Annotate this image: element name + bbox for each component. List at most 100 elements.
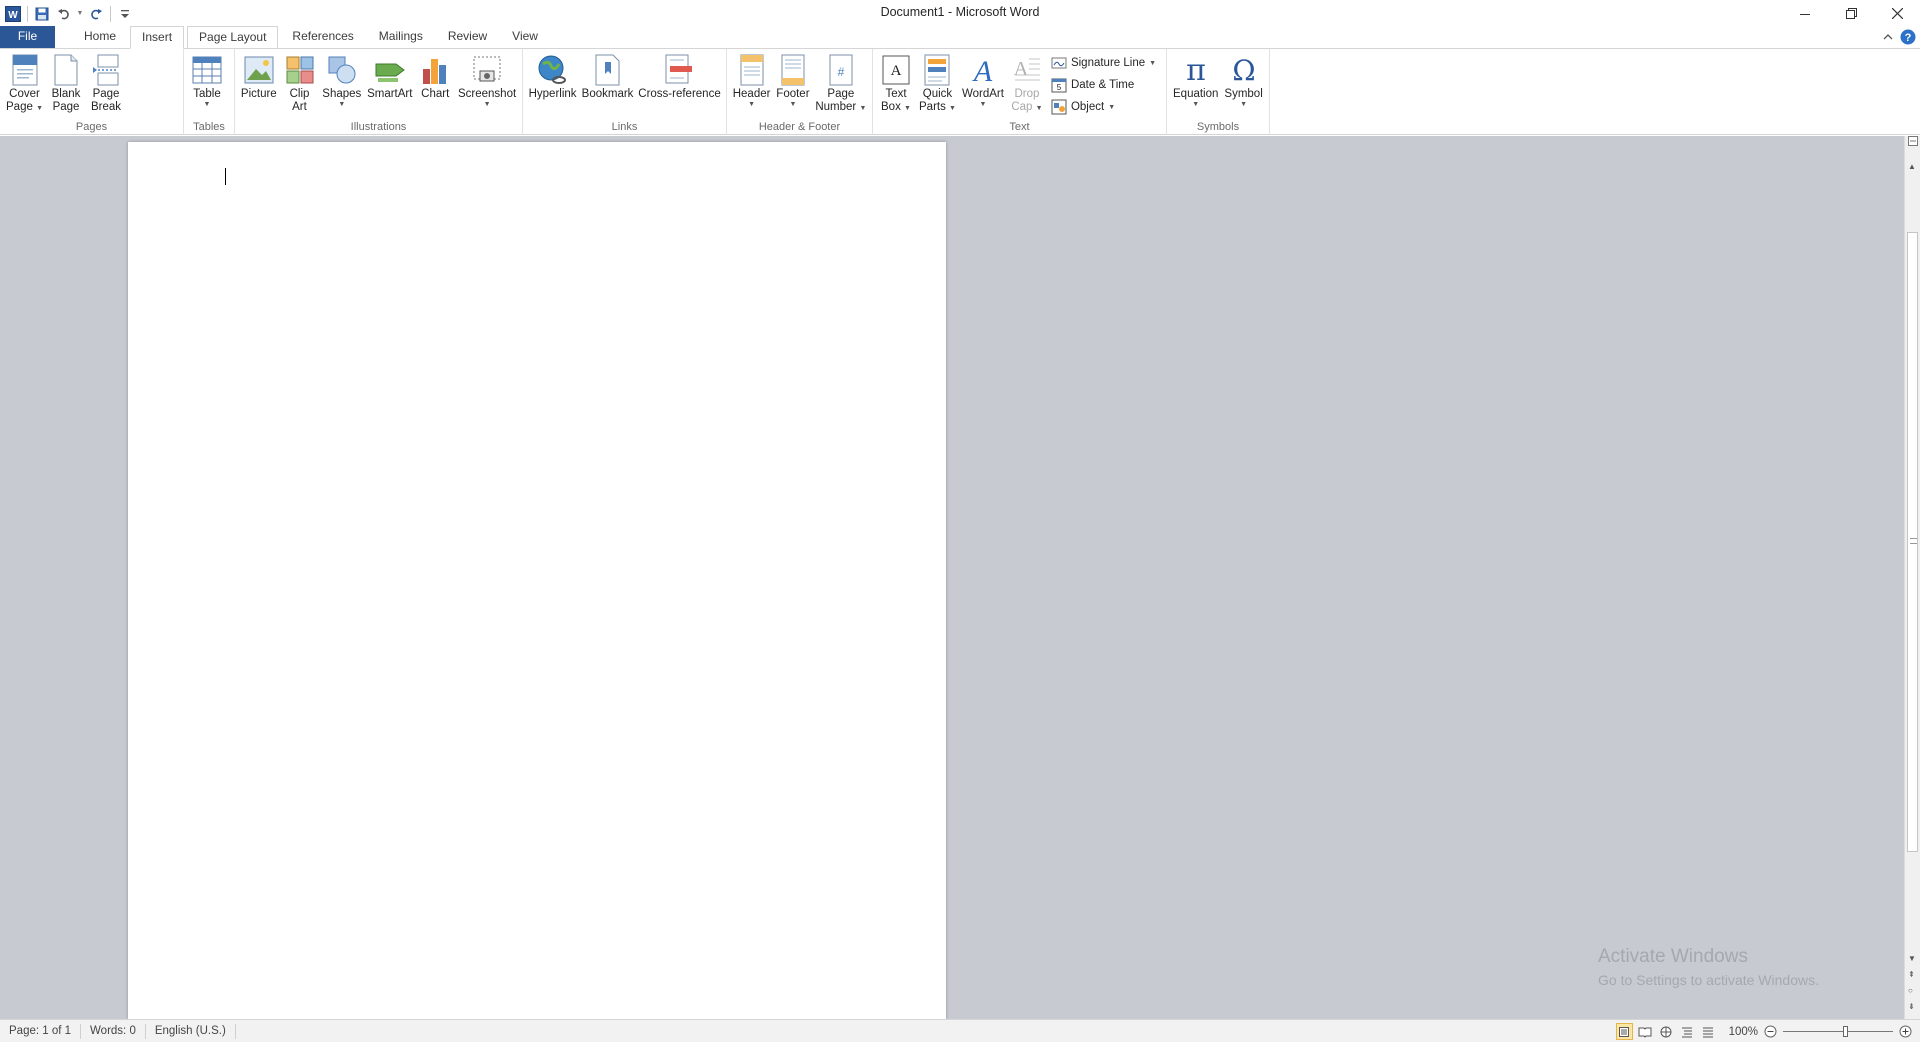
status-bar: Page: 1 of 1 Words: 0 English (U.S.) 100… bbox=[0, 1019, 1920, 1042]
signature-line-label: Signature Line bbox=[1070, 57, 1146, 69]
ruler-toggle-icon[interactable] bbox=[1908, 136, 1918, 148]
quick-parts-button[interactable]: Quick Parts ▼ bbox=[916, 51, 959, 114]
tab-file[interactable]: File bbox=[0, 26, 55, 48]
quick-parts-label-2: Parts bbox=[919, 100, 946, 113]
tab-references[interactable]: References bbox=[281, 26, 364, 48]
table-button[interactable]: Table ▼ bbox=[187, 51, 227, 110]
text-box-button[interactable]: A Text Box ▼ bbox=[876, 51, 916, 114]
outline-view-icon[interactable] bbox=[1679, 1023, 1696, 1040]
chevron-down-icon: ▼ bbox=[1240, 100, 1248, 108]
page-number-button[interactable]: # Page Number ▼ bbox=[813, 51, 869, 114]
draft-view-icon[interactable] bbox=[1700, 1023, 1717, 1040]
cross-reference-button[interactable]: Cross-reference bbox=[636, 51, 723, 102]
smartart-icon bbox=[373, 52, 407, 88]
undo-dropdown-icon[interactable]: ▼ bbox=[75, 3, 85, 25]
wordart-label: WordArt bbox=[961, 88, 1004, 100]
chart-icon bbox=[418, 52, 452, 88]
header-button[interactable]: Header ▼ bbox=[730, 51, 773, 110]
text-small-buttons: Signature Line ▼ 5 Date & Time Object ▼ bbox=[1051, 51, 1156, 117]
close-button[interactable] bbox=[1874, 0, 1920, 27]
save-icon[interactable] bbox=[31, 3, 53, 25]
chevron-down-icon: ▼ bbox=[748, 100, 756, 108]
footer-button[interactable]: Footer ▼ bbox=[773, 51, 813, 110]
zoom-slider-track bbox=[1783, 1031, 1893, 1032]
tab-view[interactable]: View bbox=[501, 26, 549, 48]
group-label-links: Links bbox=[611, 121, 638, 133]
clip-art-button[interactable]: Clip Art bbox=[280, 51, 320, 114]
restore-button[interactable] bbox=[1828, 0, 1874, 27]
chart-button[interactable]: Chart bbox=[415, 51, 455, 102]
screenshot-button[interactable]: Screenshot ▼ bbox=[455, 51, 519, 110]
web-layout-icon[interactable] bbox=[1658, 1023, 1675, 1040]
svg-text:A: A bbox=[972, 55, 993, 86]
browse-object-icon[interactable]: ○ bbox=[1908, 986, 1913, 995]
qat-separator bbox=[27, 5, 28, 22]
zoom-in-icon[interactable] bbox=[1897, 1023, 1914, 1040]
status-language[interactable]: English (U.S.) bbox=[146, 1023, 236, 1039]
page-break-button[interactable]: Page Break bbox=[86, 51, 126, 114]
shapes-button[interactable]: Shapes ▼ bbox=[319, 51, 364, 110]
table-icon bbox=[190, 52, 224, 88]
signature-line-icon bbox=[1051, 55, 1067, 71]
scroll-down-icon[interactable]: ▼ bbox=[1908, 954, 1916, 963]
redo-icon[interactable] bbox=[85, 3, 107, 25]
print-layout-view-icon[interactable] bbox=[1615, 1023, 1633, 1040]
vertical-scrollbar[interactable]: ▲ ▼ ⇞ ○ ⇟ bbox=[1904, 136, 1920, 1019]
symbol-button[interactable]: Ω Symbol ▼ bbox=[1221, 51, 1265, 110]
chevron-down-icon: ▼ bbox=[789, 100, 797, 108]
equation-button[interactable]: π Equation ▼ bbox=[1170, 51, 1221, 110]
text-box-icon: A bbox=[879, 52, 913, 88]
undo-icon[interactable] bbox=[53, 3, 75, 25]
minimize-button[interactable] bbox=[1782, 0, 1828, 27]
minimize-ribbon-icon[interactable] bbox=[1882, 31, 1894, 46]
full-screen-reading-icon[interactable] bbox=[1637, 1023, 1654, 1040]
omega-icon: Ω bbox=[1227, 52, 1261, 88]
title-bar: W ▼ Document1 - Microsoft Word bbox=[0, 0, 1920, 27]
signature-line-button[interactable]: Signature Line ▼ bbox=[1051, 53, 1156, 73]
bookmark-button[interactable]: Bookmark bbox=[579, 51, 636, 102]
group-label-header-footer: Header & Footer bbox=[758, 121, 841, 133]
customize-qat-icon[interactable] bbox=[114, 3, 136, 25]
svg-text:5: 5 bbox=[1057, 83, 1062, 92]
scroll-thumb[interactable] bbox=[1907, 232, 1918, 852]
help-icon[interactable]: ? bbox=[1900, 29, 1916, 48]
hyperlink-button[interactable]: Hyperlink bbox=[526, 51, 579, 102]
chevron-down-icon: ▼ bbox=[949, 104, 956, 112]
qat-separator bbox=[110, 5, 111, 22]
wordart-button[interactable]: A WordArt ▼ bbox=[959, 51, 1007, 110]
clip-art-label-2: Art bbox=[292, 100, 307, 113]
word-app-icon[interactable]: W bbox=[2, 3, 24, 25]
chevron-down-icon: ▼ bbox=[203, 100, 211, 108]
zoom-out-icon[interactable] bbox=[1762, 1023, 1779, 1040]
ribbon-tabs: File Home Insert Page Layout References … bbox=[0, 26, 1920, 49]
group-links: Hyperlink Bookmark Cross-reference Links bbox=[523, 49, 727, 135]
scroll-up-icon[interactable]: ▲ bbox=[1908, 162, 1916, 171]
hyperlink-label: Hyperlink bbox=[528, 88, 577, 100]
svg-text:A: A bbox=[1014, 58, 1029, 80]
tab-mailings[interactable]: Mailings bbox=[368, 26, 434, 48]
document-page[interactable] bbox=[128, 142, 946, 1019]
cover-page-button[interactable]: Cover Page ▼ bbox=[3, 51, 46, 114]
previous-page-icon[interactable]: ⇞ bbox=[1908, 970, 1915, 979]
svg-text:W: W bbox=[8, 10, 18, 21]
page-break-icon bbox=[89, 52, 123, 88]
tab-page-layout[interactable]: Page Layout bbox=[187, 26, 279, 48]
group-pages: Cover Page ▼ Blank Page Page Break Pages bbox=[0, 49, 184, 135]
tab-review[interactable]: Review bbox=[437, 26, 498, 48]
date-time-button[interactable]: 5 Date & Time bbox=[1051, 75, 1156, 95]
drop-cap-button[interactable]: A Drop Cap ▼ bbox=[1007, 51, 1047, 114]
smartart-button[interactable]: SmartArt bbox=[364, 51, 415, 102]
tab-home[interactable]: Home bbox=[73, 26, 127, 48]
object-button[interactable]: Object ▼ bbox=[1051, 97, 1156, 117]
status-page-count[interactable]: Page: 1 of 1 bbox=[0, 1023, 82, 1039]
picture-button[interactable]: Picture bbox=[238, 51, 280, 102]
blank-page-button[interactable]: Blank Page bbox=[46, 51, 86, 114]
status-word-count[interactable]: Words: 0 bbox=[81, 1023, 146, 1039]
tab-insert[interactable]: Insert bbox=[130, 26, 185, 49]
blank-page-label-2: Page bbox=[52, 100, 80, 113]
zoom-slider[interactable] bbox=[1783, 1023, 1893, 1040]
zoom-slider-knob[interactable] bbox=[1843, 1026, 1848, 1037]
next-page-icon[interactable]: ⇟ bbox=[1908, 1002, 1915, 1011]
zoom-level[interactable]: 100% bbox=[1729, 1026, 1758, 1038]
hyperlink-icon bbox=[536, 52, 570, 88]
